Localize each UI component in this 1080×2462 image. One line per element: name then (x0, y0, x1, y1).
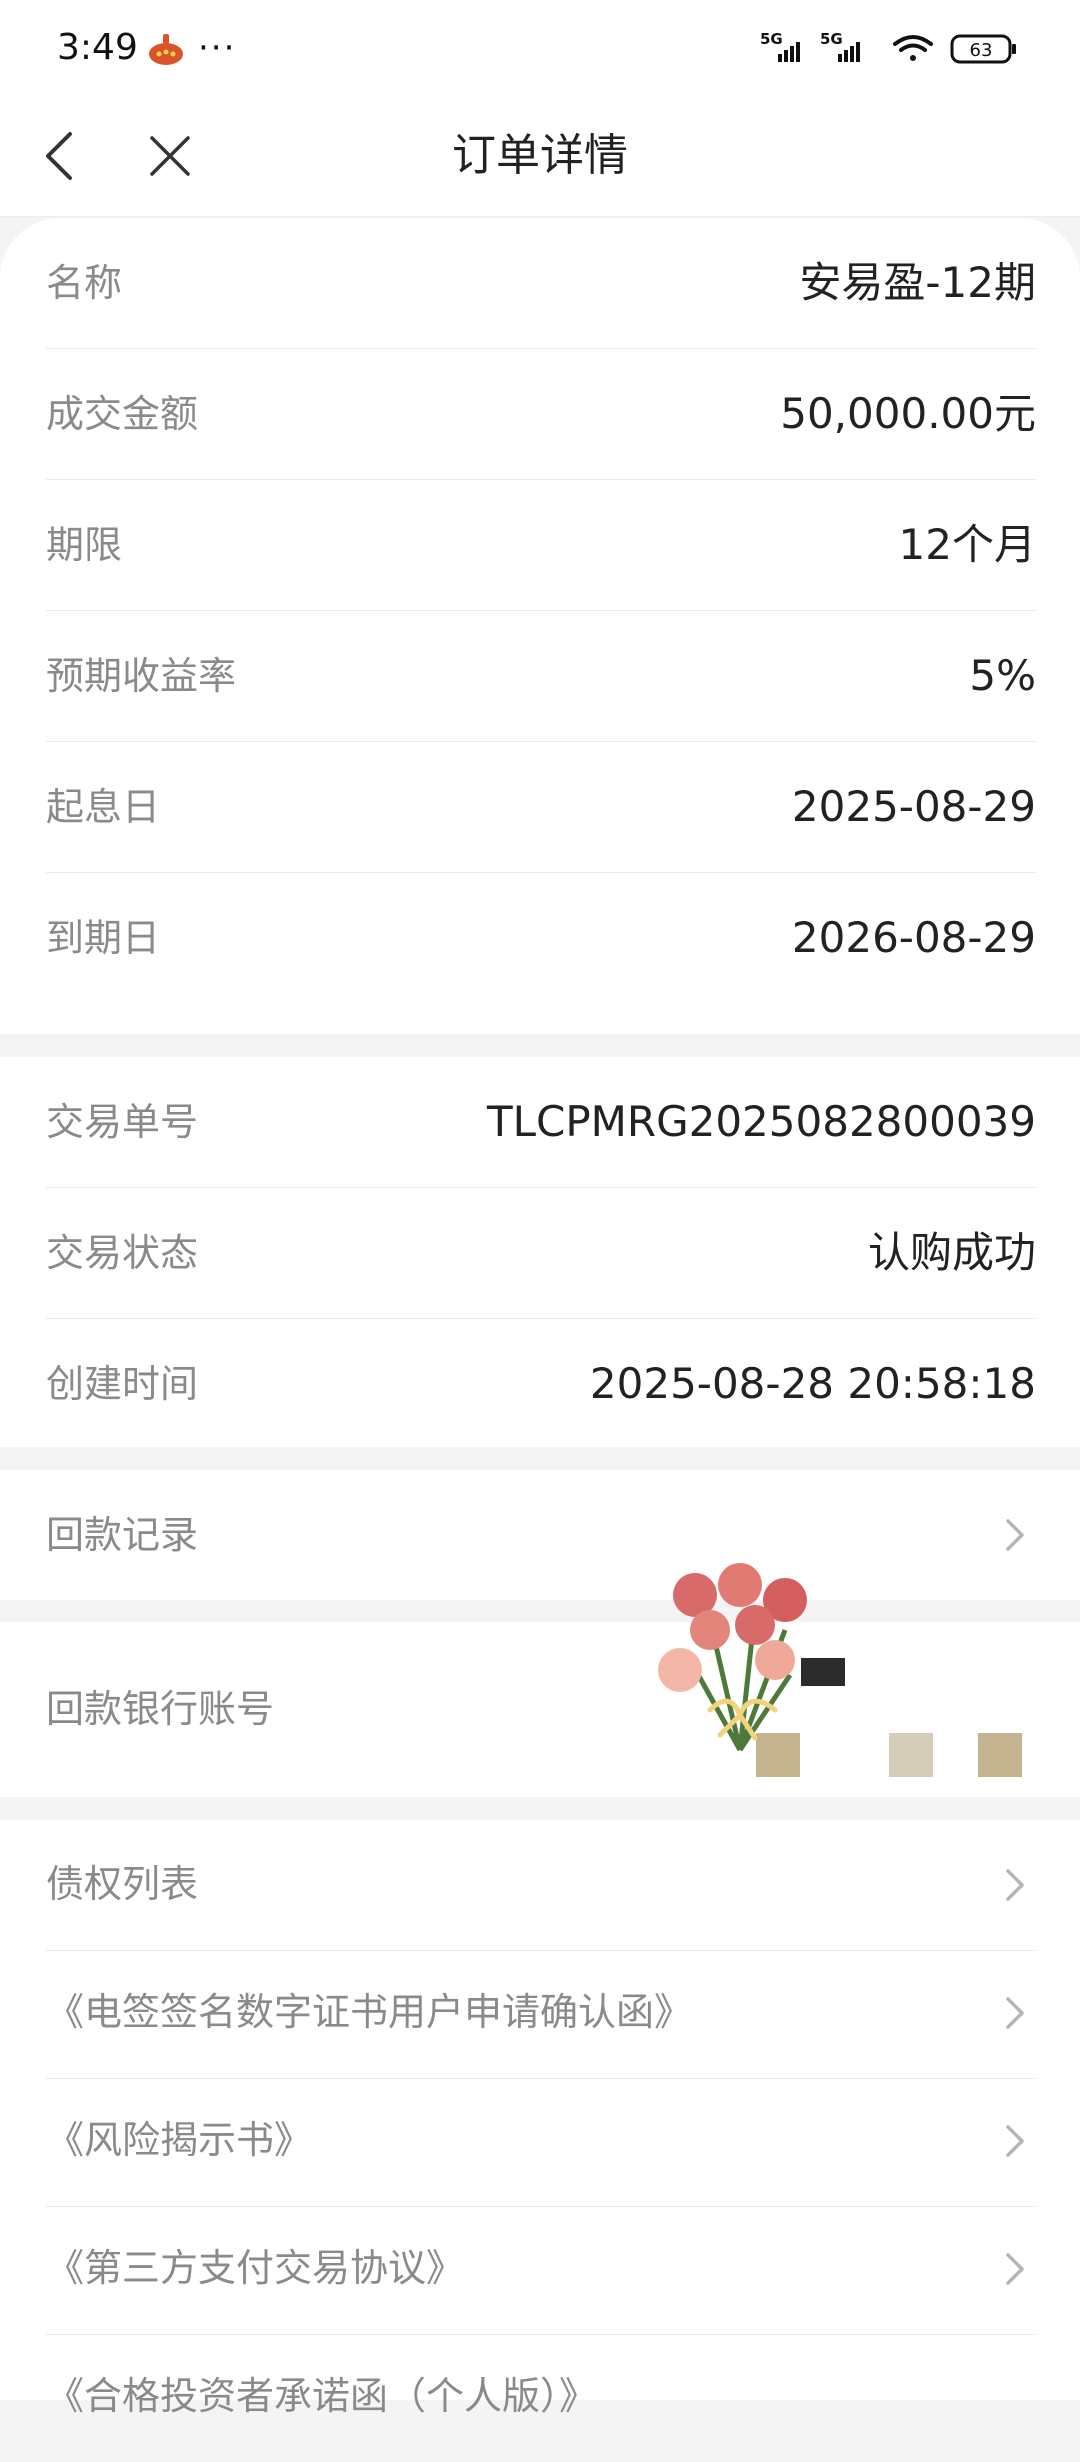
flower-bouquet-sticker (590, 1560, 1050, 1780)
order-info-card: 名称 安易盈-12期 成交金额 50,000.00元 期限 12个月 预期收益率… (0, 218, 1080, 1034)
app-notification-icon (148, 32, 184, 66)
info-label: 期限 (46, 523, 123, 567)
battery-level: 63 (970, 40, 993, 61)
document-row-risk-disclosure[interactable]: 《风险揭示书》 (46, 2076, 1036, 2207)
info-value: 安易盈-12期 (799, 258, 1036, 307)
document-row-creditor-list[interactable]: 债权列表 (46, 1820, 1036, 1951)
info-value: 认购成功 (867, 1228, 1036, 1277)
info-value: 2026-08-29 (791, 913, 1036, 962)
page-title: 订单详情 (452, 130, 628, 181)
transaction-info-card: 交易单号 TLCPMRG2025082800039 交易状态 认购成功 创建时间… (0, 1057, 1080, 1447)
document-label: 《风险揭示书》 (46, 2118, 313, 2162)
info-value: 5% (969, 651, 1036, 700)
status-indicators: 5G 5G 63 (760, 28, 1020, 68)
info-row-created-time: 创建时间 2025-08-28 20:58:18 (46, 1319, 1036, 1449)
status-time: 3:49 (57, 27, 138, 68)
info-value: 12个月 (898, 520, 1036, 569)
info-row-amount: 成交金额 50,000.00元 (46, 349, 1036, 480)
info-label: 成交金额 (46, 392, 199, 436)
info-value: 50,000.00元 (780, 389, 1036, 438)
info-label: 交易状态 (46, 1231, 199, 1275)
info-label: 交易单号 (46, 1100, 199, 1144)
chevron-right-icon (992, 2119, 1036, 2163)
repayment-account-label: 回款银行账号 (46, 1687, 275, 1731)
info-value: TLCPMRG2025082800039 (486, 1097, 1036, 1146)
info-label: 预期收益率 (46, 654, 237, 698)
signal-5g-label-1: 5G (760, 30, 783, 48)
info-row-transaction-status: 交易状态 认购成功 (46, 1188, 1036, 1319)
document-label: 《第三方支付交易协议》 (46, 2246, 465, 2290)
document-label: 《电签签名数字证书用户申请确认函》 (46, 1990, 693, 2034)
status-bar: 3:49 ··· 5G 5G 63 (0, 0, 1080, 96)
document-label: 《合格投资者承诺函（个人版）》 (46, 2374, 598, 2418)
status-more-dots: ··· (198, 28, 237, 68)
info-row-maturity-date: 到期日 2026-08-29 (46, 873, 1036, 1003)
info-value: 2025-08-29 (791, 782, 1036, 831)
chevron-right-icon (992, 1863, 1036, 1907)
info-row-expected-yield: 预期收益率 5% (46, 611, 1036, 742)
document-label: 债权列表 (46, 1862, 199, 1906)
battery-icon: 63 (950, 34, 1016, 64)
close-button[interactable] (138, 124, 202, 188)
close-icon (150, 136, 190, 176)
navigation-bar: 订单详情 (0, 96, 1080, 217)
info-row-transaction-number: 交易单号 TLCPMRG2025082800039 (46, 1057, 1036, 1188)
document-row-third-party-payment[interactable]: 《第三方支付交易协议》 (46, 2204, 1036, 2335)
back-button[interactable] (30, 124, 94, 188)
chevron-right-icon (992, 1991, 1036, 2035)
documents-card: 债权列表 《电签签名数字证书用户申请确认函》 《风险揭示书》 《第三方支付交易协… (0, 1820, 1080, 2418)
info-row-start-date: 起息日 2025-08-29 (46, 742, 1036, 873)
info-label: 起息日 (46, 785, 161, 829)
chevron-right-icon (992, 1513, 1036, 1557)
info-row-term: 期限 12个月 (46, 480, 1036, 611)
info-label: 创建时间 (46, 1362, 199, 1406)
info-label: 到期日 (46, 916, 161, 960)
info-value: 2025-08-28 20:58:18 (589, 1359, 1036, 1408)
chevron-right-icon (992, 2247, 1036, 2291)
document-row-qualified-investor[interactable]: 《合格投资者承诺函（个人版）》 (46, 2332, 1036, 2462)
repayment-record-label: 回款记录 (46, 1513, 199, 1557)
info-label: 名称 (46, 261, 123, 305)
wifi-icon (893, 35, 933, 61)
chevron-left-icon (46, 132, 72, 180)
signal-5g-label-2: 5G (820, 30, 843, 48)
info-row-name: 名称 安易盈-12期 (46, 218, 1036, 349)
document-row-certificate-confirmation[interactable]: 《电签签名数字证书用户申请确认函》 (46, 1948, 1036, 2079)
